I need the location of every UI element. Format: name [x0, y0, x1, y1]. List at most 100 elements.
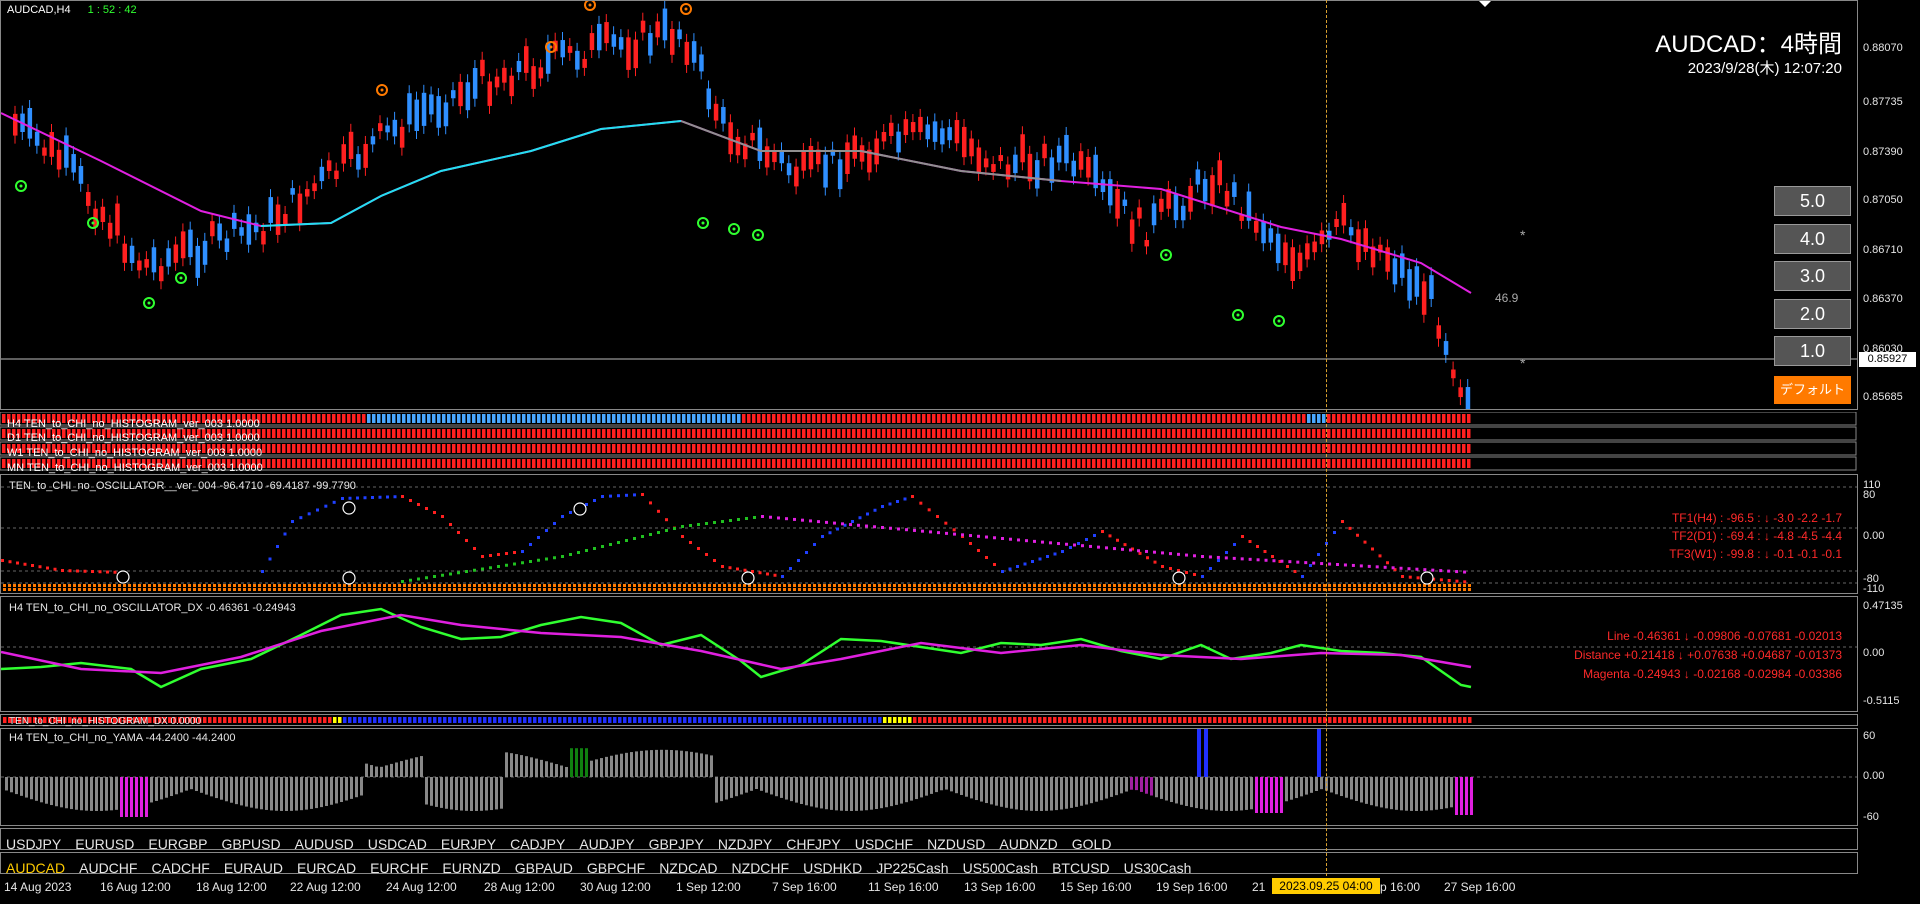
symbol-gbpusd[interactable]: GBPUSD: [221, 836, 280, 852]
symbol-usdjpy[interactable]: USDJPY: [6, 836, 61, 852]
cursor-date-badge: 2023.09.25 04:00: [1272, 878, 1380, 894]
hist-d1-label: D1 TEN_to_CHI_no_HISTOGRAM_ver_003 1.000…: [7, 432, 260, 444]
symbol-eurgbp[interactable]: EURGBP: [148, 836, 207, 852]
date-tick: 18 Aug 12:00: [196, 880, 267, 894]
oscillator-dots: [1, 486, 1857, 591]
yama-scale-60: 60: [1863, 730, 1876, 742]
price-candles: [1, 1, 1857, 409]
date-tick: 27 Sep 16:00: [1444, 880, 1516, 894]
tf1-row: TF1(H4) : -96.5 : ↓ -3.0 -2.2 -1.7: [1671, 511, 1842, 525]
symbol-eurchf[interactable]: EURCHF: [370, 860, 428, 876]
symbol-us500cash[interactable]: US500Cash: [963, 860, 1039, 876]
symbol-cadchf[interactable]: CADCHF: [151, 860, 209, 876]
current-price-badge: 0.85927: [1859, 352, 1916, 367]
date-tick: 13 Sep 16:00: [964, 880, 1036, 894]
yama-scale-0: 0.00: [1863, 770, 1885, 782]
symbol-nzdusd[interactable]: NZDUSD: [927, 836, 985, 852]
date-tick: 14 Aug 2023: [4, 880, 72, 894]
symbol-jp225cash[interactable]: JP225Cash: [876, 860, 948, 876]
symbol-usdchf[interactable]: USDCHF: [855, 836, 913, 852]
symbol-euraud[interactable]: EURAUD: [224, 860, 283, 876]
symbol-audusd[interactable]: AUDUSD: [295, 836, 354, 852]
date-tick: 16 Aug 12:00: [100, 880, 171, 894]
dx-scale-bottom: -0.5115: [1863, 695, 1900, 707]
dx-readout: Line -0.46361 ↓ -0.09806 -0.07681 -0.020…: [1574, 627, 1842, 684]
hist-dx-bars: [3, 717, 1472, 723]
hist-mn-label: MN TEN_to_CHI_no_HISTOGRAM_ver_003 1.000…: [7, 462, 263, 474]
tf-button-2[interactable]: 2.0: [1774, 299, 1851, 329]
symbol-gold[interactable]: GOLD: [1072, 836, 1112, 852]
tf3-row: TF3(W1) : -99.8 : ↓ -0.1 -0.1 -0.1: [1669, 547, 1842, 561]
oscillator-readout: TF1(H4) : -96.5 : ↓ -3.0 -2.2 -1.7 TF2(D…: [1669, 509, 1842, 563]
symbol-eurjpy[interactable]: EURJPY: [441, 836, 496, 852]
date-tick: 19 Sep 16:00: [1156, 880, 1228, 894]
osc-scale-80: 80: [1863, 489, 1876, 501]
dx-scale-mid: 0.00: [1863, 647, 1885, 659]
price-label: 0.87390: [1863, 146, 1903, 158]
date-tick: 11 Sep 16:00: [868, 880, 939, 894]
yama-panel[interactable]: [0, 728, 1858, 826]
date-tick: 30 Aug 12:00: [580, 880, 651, 894]
asterisk-mark: *: [1520, 227, 1526, 243]
dx-scale-top: 0.47135: [1863, 600, 1903, 612]
chart-symbol: AUDCAD,H4 1 : 52 : 42: [7, 4, 137, 16]
yama-title: H4 TEN_to_CHI_no_YAMA -44.2400 -44.2400: [9, 732, 236, 744]
symbol-nzdcad[interactable]: NZDCAD: [659, 860, 717, 876]
symbol-audnzd[interactable]: AUDNZD: [999, 836, 1057, 852]
dx-line-row: Line -0.46361 ↓ -0.09806 -0.07681 -0.020…: [1607, 629, 1842, 643]
symbol-audchf[interactable]: AUDCHF: [79, 860, 137, 876]
tf-button-1[interactable]: 1.0: [1774, 336, 1851, 366]
hist-dx-title: TEN_to_CHI_no_HISTOGRAM_DX 0.0000: [9, 716, 202, 727]
symbol-eurnzd[interactable]: EURNZD: [442, 860, 500, 876]
tf-button-5[interactable]: 5.0: [1774, 186, 1851, 216]
symbol-cadjpy[interactable]: CADJPY: [510, 836, 565, 852]
hist-h4-label: H4 TEN_to_CHI_no_HISTOGRAM_ver_003 1.000…: [7, 418, 260, 430]
yama-bars: [1, 729, 1857, 817]
asterisk-mark: *: [1520, 355, 1526, 371]
hist-w1-label: W1 TEN_to_CHI_no_HISTOGRAM_ver_003 1.000…: [7, 447, 263, 459]
hist-dx-panel: [0, 714, 1858, 726]
symbol-eurusd[interactable]: EURUSD: [75, 836, 134, 852]
chart-datetime: 2023/9/28(木) 12:07:20: [1687, 60, 1842, 77]
symbol-nzdchf[interactable]: NZDCHF: [732, 860, 790, 876]
symbol-row-2: AUDCAD AUDCHF CADCHF EURAUD EURCAD EURCHF EURN…: [6, 860, 1205, 876]
dx-distance-row: Distance +0.21418 ↓ +0.07638 +0.04687 -0…: [1574, 648, 1842, 662]
default-button[interactable]: デフォルト: [1774, 376, 1851, 404]
symbol-usdhkd[interactable]: USDHKD: [803, 860, 862, 876]
oscillator-panel[interactable]: [0, 474, 1858, 594]
symbol-row-1: USDJPY EURUSD EURGBP GBPUSD AUDUSD USDCAD EURJ…: [6, 836, 1125, 852]
symbol-nzdjpy[interactable]: NZDJPY: [718, 836, 772, 852]
symbol-label: AUDCAD,H4: [7, 4, 71, 16]
date-tick: 24 Aug 12:00: [386, 880, 457, 894]
date-tick: 28 Aug 12:00: [484, 880, 555, 894]
tf-button-3[interactable]: 3.0: [1774, 261, 1851, 291]
candle-countdown: 1 : 52 : 42: [87, 4, 137, 16]
value-label: 46.9: [1495, 291, 1519, 305]
symbol-eurcad[interactable]: EURCAD: [297, 860, 356, 876]
crosshair-line: [1326, 0, 1327, 876]
symbol-usdcad[interactable]: USDCAD: [368, 836, 427, 852]
symbol-audcad[interactable]: AUDCAD: [6, 860, 65, 876]
date-axis: 14 Aug 2023 16 Aug 12:00 18 Aug 12:00 22 Au…: [0, 876, 1920, 896]
price-label: 0.88070: [1863, 42, 1903, 54]
symbol-us30cash[interactable]: US30Cash: [1124, 860, 1192, 876]
price-label: 0.86710: [1863, 244, 1903, 256]
big-title: AUDCAD：4時間: [1655, 31, 1842, 58]
date-tick: p 16:00: [1380, 880, 1421, 894]
symbol-audjpy[interactable]: AUDJPY: [579, 836, 634, 852]
osc-scale-m110: -110: [1863, 583, 1885, 595]
date-tick: 15 Sep 16:00: [1060, 880, 1132, 894]
symbol-gbpchf[interactable]: GBPCHF: [587, 860, 645, 876]
oscillator-title: TEN_to_CHI_no_OSCILLATOR__ver_004 -96.47…: [9, 480, 356, 492]
tf-button-4[interactable]: 4.0: [1774, 224, 1851, 254]
main-chart[interactable]: [0, 0, 1858, 410]
histogram-bars: [0, 412, 1857, 471]
symbol-gbpaud[interactable]: GBPAUD: [515, 860, 573, 876]
symbol-gbpjpy[interactable]: GBPJPY: [649, 836, 704, 852]
tf2-row: TF2(D1) : -69.4 : ↓ -4.8 -4.5 -4.4: [1671, 529, 1842, 543]
dx-magenta-row: Magenta -0.24943 ↓ -0.02168 -0.02984 -0.…: [1583, 667, 1842, 681]
symbol-btcusd[interactable]: BTCUSD: [1052, 860, 1110, 876]
histogram-panels: [0, 412, 1858, 472]
osc-scale-0: 0.00: [1863, 530, 1885, 542]
symbol-chfjpy[interactable]: CHFJPY: [786, 836, 840, 852]
